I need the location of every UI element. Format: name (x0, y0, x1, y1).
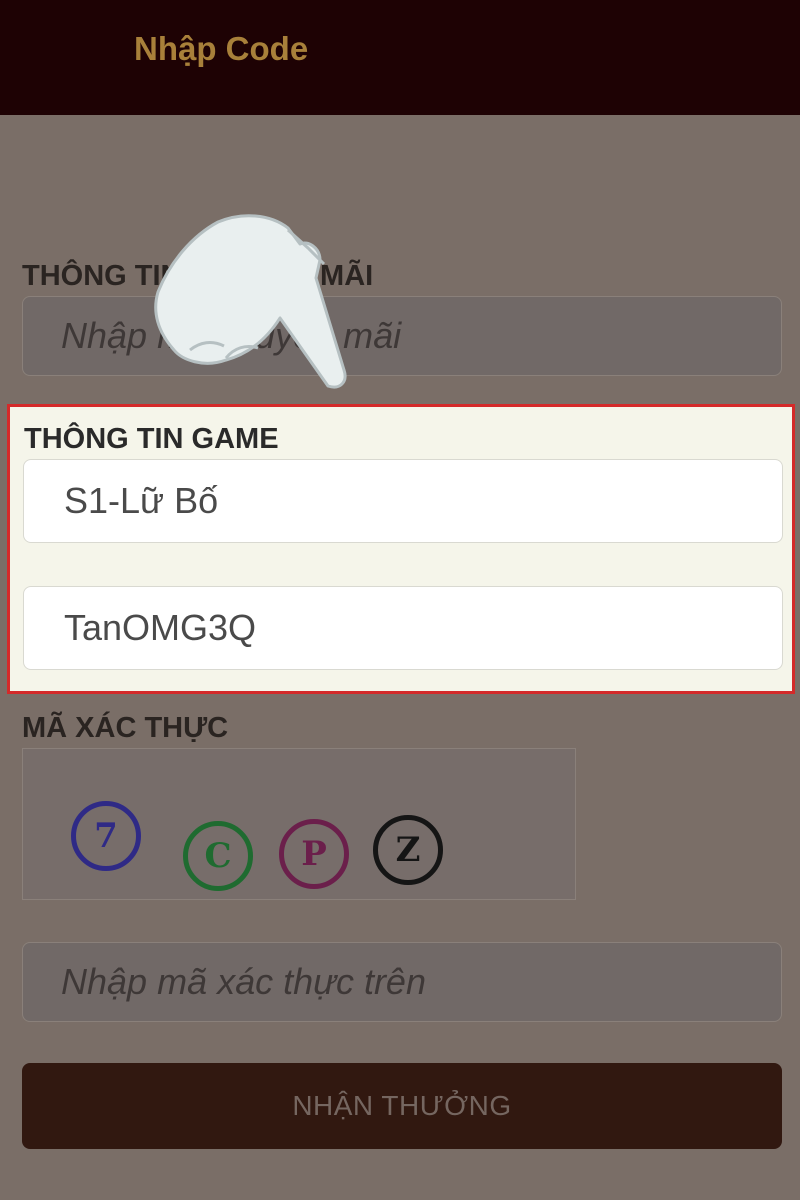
game-info-highlight: THÔNG TIN GAME S1-Lữ Bố TanOMG3Q (7, 404, 795, 694)
claim-reward-button[interactable]: NHẬN THƯỞNG (22, 1063, 782, 1149)
page-title: Nhập Code (134, 30, 309, 67)
verification-label: MÃ XÁC THỰC (22, 712, 229, 744)
character-field[interactable]: TanOMG3Q (23, 586, 783, 670)
captcha-char: 7 (71, 801, 141, 871)
captcha-image: 7 C P Z (22, 748, 576, 900)
pointing-hand-icon (154, 214, 347, 389)
server-field[interactable]: S1-Lữ Bố (23, 459, 783, 543)
game-info-label: THÔNG TIN GAME (24, 423, 279, 455)
captcha-char: C (183, 821, 253, 891)
captcha-char: P (279, 819, 349, 889)
captcha-char: Z (373, 815, 443, 885)
top-bar: Nhập Code (0, 0, 800, 115)
verification-code-input[interactable]: Nhập mã xác thực trên (22, 942, 782, 1022)
